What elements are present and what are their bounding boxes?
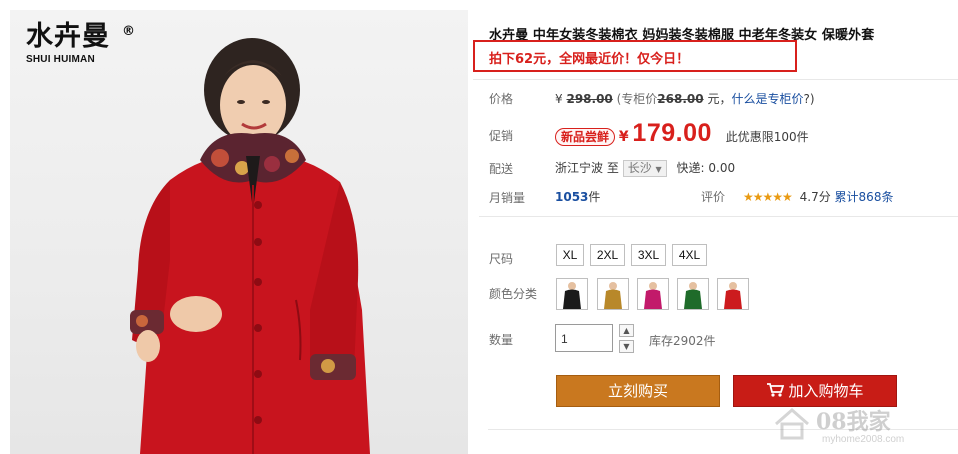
- promo-limit: 此优惠限100件: [725, 130, 809, 144]
- new-product-badge: 新品尝鲜: [555, 128, 616, 146]
- promotion-row: 新品尝鲜 ¥ 179.00 此优惠限100件: [555, 118, 809, 152]
- quantity-decrease-icon[interactable]: ▼: [619, 340, 634, 353]
- divider: [479, 216, 958, 217]
- home-watermark-icon: [775, 408, 809, 440]
- shipping-label: 配送: [489, 162, 514, 176]
- promo-text: 拍下62元，全网最近价！仅今日！: [489, 52, 690, 67]
- buy-now-button[interactable]: 立刻购买: [556, 375, 720, 407]
- shipping-fee: 快递: 0.00: [676, 161, 736, 175]
- swatch-coat-icon: [563, 282, 581, 309]
- add-to-cart-label: 加入购物车: [788, 382, 864, 400]
- brand-name-en: SHUI HUIMAN: [26, 54, 95, 65]
- ship-from: 浙江宁波: [555, 161, 604, 175]
- size-option-2xl[interactable]: 2XL: [590, 244, 625, 266]
- buy-now-label: 立刻购买: [607, 382, 668, 400]
- color-swatch[interactable]: [556, 278, 588, 310]
- counter-price-close: ?): [803, 92, 815, 106]
- quantity-input[interactable]: 1: [555, 324, 613, 352]
- size-label: 尺码: [489, 252, 514, 266]
- registered-mark: ®: [122, 24, 135, 39]
- monthly-sales-label: 月销量: [489, 191, 526, 205]
- size-option-xl[interactable]: XL: [556, 244, 584, 266]
- monthly-sales-count: 1053: [555, 190, 589, 204]
- promo-currency: ¥: [618, 129, 629, 145]
- swatch-coat-icon: [644, 282, 662, 309]
- stock-count: 库存2902件: [649, 334, 716, 348]
- price-row: ¥ 298.00 (专柜价268.00 元，什么是专柜价?): [555, 90, 815, 107]
- original-price: 298.00: [566, 92, 613, 106]
- add-to-cart-button[interactable]: 加入购物车: [733, 375, 897, 407]
- swatch-coat-icon: [684, 282, 702, 309]
- color-swatch[interactable]: [717, 278, 749, 310]
- quantity-increase-icon[interactable]: ▲: [619, 324, 634, 337]
- swatch-coat-icon: [724, 282, 742, 309]
- brand-logo: 水卉曼 ® SHUI HUIMAN: [26, 21, 136, 66]
- destination-select[interactable]: 长沙 ▼: [622, 160, 667, 177]
- destination-value: 长沙: [627, 161, 652, 175]
- rating-score: 4.7分: [799, 190, 831, 204]
- quantity-label: 数量: [489, 333, 514, 347]
- shopping-cart-icon: [767, 383, 785, 397]
- watermark: 08我家 myhome2008.com: [772, 404, 958, 452]
- reviews-link[interactable]: 累计868条: [835, 190, 894, 204]
- color-swatch[interactable]: [597, 278, 629, 310]
- rating-row: ★★★★★ 4.7分 累计868条: [743, 188, 893, 205]
- shipping-row: 浙江宁波 至 长沙 ▼ 快递: 0.00: [555, 159, 735, 177]
- counter-price-prefix: (专柜价: [616, 92, 658, 106]
- swatch-coat-icon: [604, 282, 622, 309]
- product-image: 水卉曼 ® SHUI HUIMAN: [10, 10, 468, 454]
- ship-to-word: 至: [606, 161, 619, 175]
- watermark-site: myhome2008.com: [822, 434, 905, 445]
- size-option-4xl[interactable]: 4XL: [672, 244, 707, 266]
- brand-name-cn: 水卉曼: [26, 21, 110, 52]
- promotion-label: 促销: [489, 129, 514, 143]
- price-currency: ¥: [555, 92, 563, 106]
- counter-price: 268.00: [657, 92, 704, 106]
- watermark-text: 08我家: [816, 409, 891, 435]
- counter-price-help-link[interactable]: 什么是专柜价: [731, 92, 803, 106]
- rating-label: 评价: [701, 190, 726, 204]
- product-photo-model: [130, 38, 370, 454]
- promo-price: 179.00: [632, 119, 712, 147]
- size-option-3xl[interactable]: 3XL: [631, 244, 666, 266]
- chevron-down-icon: ▼: [655, 165, 662, 174]
- price-label: 价格: [489, 92, 514, 106]
- monthly-sales-unit: 件: [588, 190, 601, 204]
- monthly-sales: 1053件: [555, 188, 600, 205]
- divider: [473, 79, 958, 80]
- color-swatch[interactable]: [637, 278, 669, 310]
- counter-price-suffix: 元，: [707, 92, 732, 106]
- color-label: 颜色分类: [489, 287, 538, 301]
- color-swatch[interactable]: [677, 278, 709, 310]
- rating-stars-icon: ★★★★★: [743, 190, 793, 204]
